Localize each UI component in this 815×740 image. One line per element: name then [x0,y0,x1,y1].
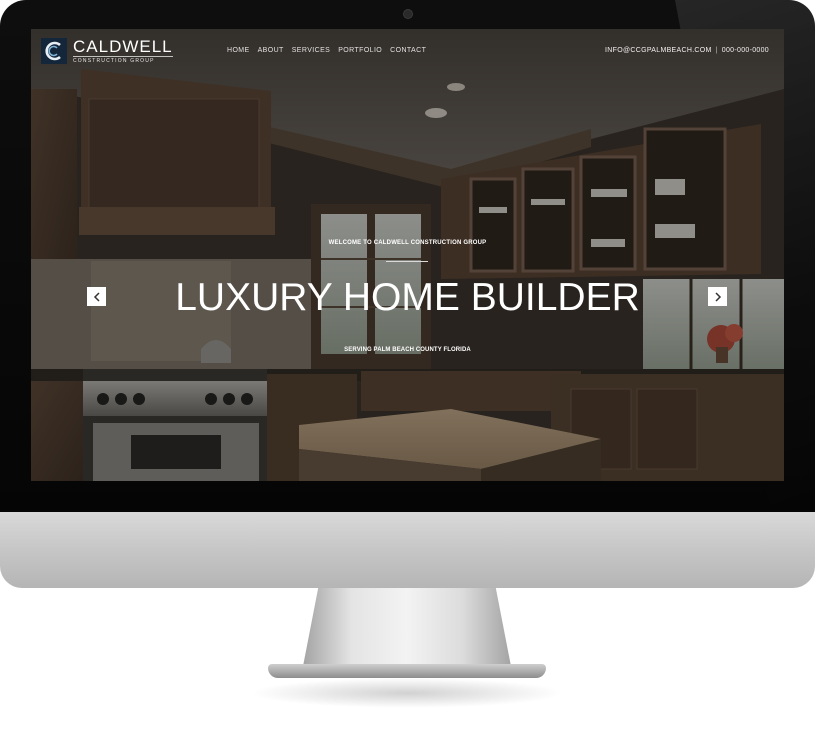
contact-phone[interactable]: 000-000-0000 [722,47,769,54]
website-screen: CALDWELL CONSTRUCTION GROUP HOME ABOUT S… [31,29,784,481]
stand-shadow [250,678,564,708]
nav-portfolio[interactable]: PORTFOLIO [338,47,382,54]
slider-next-button[interactable] [708,287,727,306]
main-nav: HOME ABOUT SERVICES PORTFOLIO CONTACT [227,47,426,54]
contact-email[interactable]: INFO@CCGPALMBEACH.COM [605,47,712,54]
header-contact: INFO@CCGPALMBEACH.COM | 000-000-0000 [605,47,769,54]
logo-subtitle: CONSTRUCTION GROUP [73,56,173,64]
c-monogram-icon [41,38,67,64]
contact-separator: | [715,47,718,54]
nav-about[interactable]: ABOUT [258,47,284,54]
hero-headline: LUXURY HOME BUILDER [175,276,640,319]
hero-overlay [31,29,784,481]
slider-prev-button[interactable] [87,287,106,306]
nav-home[interactable]: HOME [227,47,250,54]
chevron-right-icon [714,291,721,302]
logo-name: CALDWELL [73,37,173,56]
hero-tagline: SERVING PALM BEACH COUNTY FLORIDA [344,347,471,353]
monitor-stand-base [268,664,546,678]
monitor-stand [302,588,512,668]
monitor-chin [0,512,815,588]
site-logo[interactable]: CALDWELL CONSTRUCTION GROUP [41,38,173,64]
chevron-left-icon [93,291,100,302]
nav-services[interactable]: SERVICES [292,47,330,54]
logo-text: CALDWELL CONSTRUCTION GROUP [73,38,173,64]
camera-icon [403,9,413,19]
hero-welcome-text: WELCOME TO CALDWELL CONSTRUCTION GROUP [328,240,487,246]
hero-divider [386,261,428,262]
nav-contact[interactable]: CONTACT [390,47,426,54]
